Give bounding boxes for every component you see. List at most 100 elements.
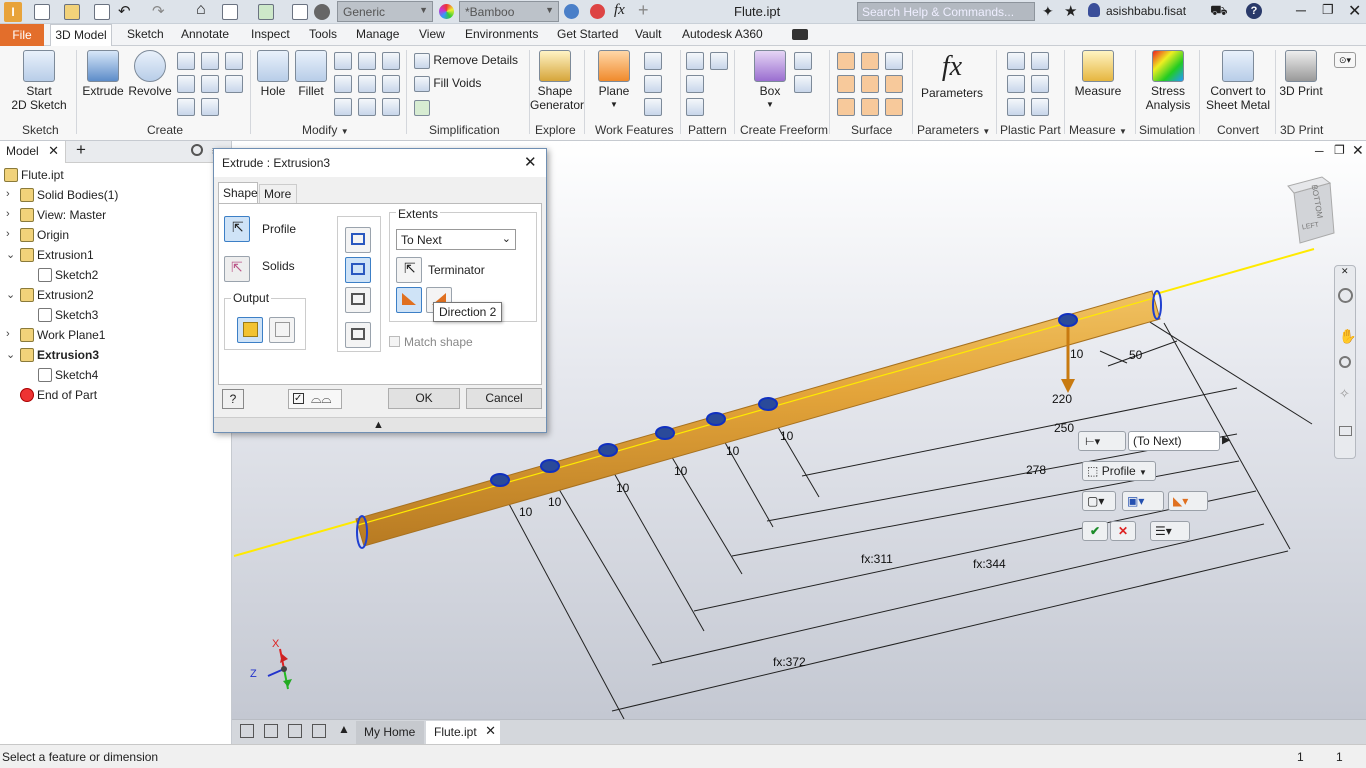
tree-item[interactable]: Sketch4 (0, 365, 230, 385)
dim-10-c[interactable]: 10 (616, 481, 629, 495)
hole-4[interactable] (655, 426, 675, 440)
rest-icon[interactable] (1007, 75, 1025, 93)
draft-icon[interactable] (382, 52, 400, 70)
minimize-icon[interactable]: ─ (1296, 2, 1306, 18)
viewport-restore-icon[interactable]: ❐ (1334, 143, 1345, 157)
tab-environments[interactable]: Environments (465, 27, 538, 41)
viewport-close-icon[interactable]: ✕ (1352, 142, 1364, 159)
remove-details-button[interactable]: Remove Details (414, 53, 518, 69)
rib-icon[interactable] (225, 52, 243, 70)
binoculars-icon[interactable]: ✦ (1042, 3, 1054, 20)
video-icon[interactable] (792, 29, 808, 40)
mini-profile-button[interactable]: ⬚ Profile ▼ (1082, 461, 1156, 481)
stitch-icon[interactable] (837, 52, 855, 70)
color-globe-icon[interactable] (314, 4, 330, 20)
tab-shape[interactable]: Shape (218, 182, 258, 203)
dim-220[interactable]: 220 (1052, 392, 1072, 406)
redo-icon[interactable]: ↷ (152, 2, 165, 20)
panel-modify[interactable]: Modify ▼ (302, 123, 349, 137)
sketch-pattern-icon[interactable] (686, 98, 704, 116)
dim-fx-372[interactable]: fx:372 (773, 655, 806, 669)
trim-icon[interactable] (837, 75, 855, 93)
hole-3[interactable] (598, 443, 618, 457)
tab-get-started[interactable]: Get Started (557, 27, 618, 41)
dim-10-g[interactable]: 10 (1070, 347, 1083, 361)
tree-item[interactable]: Flute.ipt (0, 165, 230, 185)
chevron-right-icon[interactable]: › (6, 208, 10, 220)
tab-model[interactable]: Model ✕ (0, 141, 66, 163)
tree-item[interactable]: › View: Master (0, 205, 230, 225)
dim-10-a[interactable]: 10 (519, 505, 532, 519)
orbit-icon[interactable]: ✧ (1339, 386, 1350, 402)
measure-button[interactable]: Measure (1070, 50, 1126, 98)
shell-icon[interactable] (358, 52, 376, 70)
hole-2[interactable] (540, 459, 560, 473)
file-tab[interactable]: File (0, 24, 44, 46)
panel-measure[interactable]: Measure ▼ (1069, 123, 1127, 137)
dim-fx-344[interactable]: fx:344 (973, 557, 1006, 571)
mini-distance-type[interactable]: ⊢▾ (1078, 431, 1126, 451)
tab-autodesk-a360[interactable]: Autodesk A360 (682, 27, 763, 41)
cascade-icon[interactable] (240, 724, 254, 738)
add-tab-icon[interactable]: + (76, 140, 86, 160)
split-icon[interactable] (358, 75, 376, 93)
viewport-minimize-icon[interactable]: ─ (1315, 144, 1324, 158)
tree-item[interactable]: › Origin (0, 225, 230, 245)
tab-annotate[interactable]: Annotate (181, 27, 229, 41)
dim-278[interactable]: 278 (1026, 463, 1046, 477)
expand-arrow-icon[interactable]: ▲ (373, 419, 384, 431)
mini-next-arrow-icon[interactable]: ▶ (1222, 433, 1230, 446)
derive-icon[interactable] (225, 75, 243, 93)
mini-extents-field[interactable]: (To Next) (1128, 431, 1220, 451)
ruled-surface-icon[interactable] (885, 98, 903, 116)
arrange-up-icon[interactable]: ▲ (338, 722, 350, 736)
new-file-icon[interactable] (34, 4, 50, 20)
chevron-down-icon[interactable]: ⌄ (6, 288, 15, 301)
combine-icon[interactable] (382, 75, 400, 93)
spring-icon[interactable] (177, 98, 195, 116)
nav-close-icon[interactable]: ✕ (1341, 266, 1349, 277)
fx-icon[interactable]: fx (614, 2, 625, 19)
chevron-right-icon[interactable]: › (6, 228, 10, 240)
steering-wheel-icon[interactable] (1338, 288, 1353, 303)
loft-icon[interactable] (177, 52, 195, 70)
convert-sheet-metal-button[interactable]: Convert to Sheet Metal (1204, 50, 1272, 112)
boundary-patch-icon[interactable] (885, 75, 903, 93)
start-2d-sketch-button[interactable]: Start 2D Sketch (8, 50, 70, 112)
join-button[interactable] (345, 227, 371, 253)
undo-icon[interactable]: ↶ (118, 2, 131, 20)
user-name[interactable]: asishbabu.fisat (1106, 4, 1186, 18)
thicken-icon[interactable] (334, 98, 352, 116)
direct-edit-icon[interactable] (358, 98, 376, 116)
convert-freeform-icon[interactable] (794, 52, 812, 70)
extrude-button[interactable]: Extrude (82, 50, 124, 98)
patch-icon[interactable] (861, 52, 879, 70)
save-icon[interactable] (94, 4, 110, 20)
chevron-right-icon[interactable]: › (6, 328, 10, 340)
mini-output-button[interactable]: ▢▾ (1082, 491, 1116, 511)
zoom-icon[interactable] (1339, 356, 1351, 368)
tab-tools[interactable]: Tools (309, 27, 337, 41)
ribbon-options-icon[interactable]: ⊙▾ (1334, 52, 1356, 68)
direction-1-button[interactable] (396, 287, 422, 313)
profile-button[interactable]: ⇱ (224, 216, 250, 242)
cart-icon[interactable]: ⛟ (1210, 2, 1228, 21)
output-surface-button[interactable] (269, 317, 295, 343)
hole-button[interactable]: Hole (255, 50, 291, 98)
dim-10-d[interactable]: 10 (674, 464, 687, 478)
terminator-button[interactable]: ⇱ (396, 257, 422, 283)
plane-button[interactable]: Plane ▼ (594, 50, 634, 112)
tab-view[interactable]: View (419, 27, 445, 41)
tree-item[interactable]: › Solid Bodies(1) (0, 185, 230, 205)
rectangular-pattern-icon[interactable] (686, 52, 704, 70)
mini-operation-button[interactable]: ▣▾ (1122, 491, 1164, 511)
home-icon[interactable]: ⌂ (196, 1, 206, 19)
close-icon[interactable]: ✕ (485, 723, 496, 739)
chevron-down-icon[interactable]: ⌄ (6, 348, 15, 361)
tree-item[interactable]: ⌄ Extrusion2 (0, 285, 230, 305)
hole-1[interactable] (490, 473, 510, 487)
output-solid-button[interactable] (237, 317, 263, 343)
tile-horizontal-icon[interactable] (288, 724, 302, 738)
fill-voids-button[interactable]: Fill Voids (414, 76, 481, 92)
mirror-icon[interactable] (710, 52, 728, 70)
